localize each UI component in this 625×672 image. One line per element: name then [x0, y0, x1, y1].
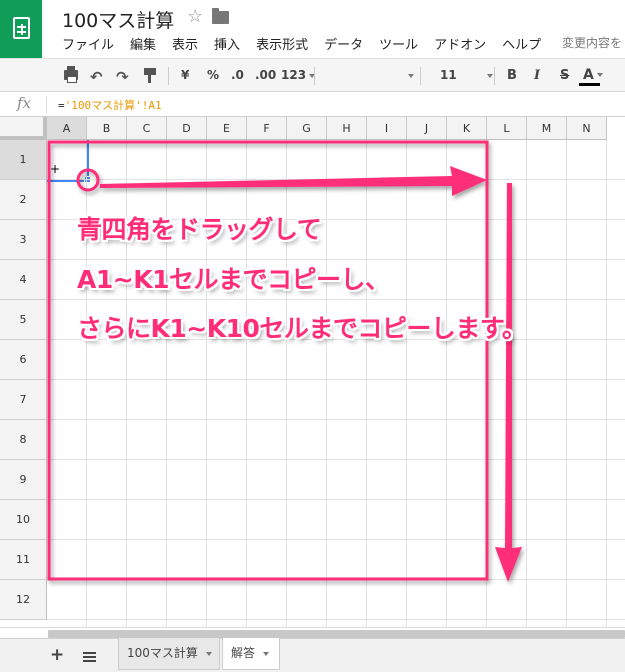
column-header[interactable]: K	[447, 117, 487, 140]
bold-button[interactable]: B	[507, 59, 517, 92]
row-header[interactable]: 10	[0, 500, 47, 540]
column-header[interactable]: J	[407, 117, 447, 140]
sheet-tab-100masu[interactable]: 100マス計算	[118, 638, 220, 670]
annotation-line-1: 青四角をドラッグして	[77, 215, 322, 244]
font-size-value: 11	[440, 68, 457, 82]
spreadsheet-grid[interactable]: + A B C D E F G H I J K L M N 1 2 3 4 5 6 7 8 9 10 11 12	[0, 117, 625, 627]
scrollbar-thumb[interactable]	[48, 630, 625, 638]
font-size-dropdown[interactable]: 11	[440, 59, 493, 92]
column-header[interactable]: E	[207, 117, 247, 140]
menu-tools[interactable]: ツール	[379, 34, 418, 54]
number-format-dropdown[interactable]: 123	[281, 59, 316, 92]
sheet-tab-label: 100マス計算	[127, 646, 198, 660]
row-header[interactable]: 4	[0, 260, 47, 300]
formula-input[interactable]: ='100マス計算'!A1	[58, 97, 162, 113]
row-header[interactable]: 2	[0, 180, 47, 220]
annotation-line-3: さらにK1~K10セルまでコピーします。	[77, 314, 527, 343]
select-all-corner[interactable]	[0, 117, 47, 140]
active-cell-border	[47, 180, 88, 182]
row-header[interactable]: 8	[0, 420, 47, 460]
sheets-logo-icon[interactable]	[0, 0, 42, 58]
row-header[interactable]: 6	[0, 340, 47, 380]
sheet-tab-answer[interactable]: 解答	[222, 638, 280, 670]
chevron-down-icon	[596, 73, 603, 77]
annotation-line-2: A1~K1セルまでコピーし、	[77, 265, 390, 294]
menu-format[interactable]: 表示形式	[256, 34, 308, 54]
column-header[interactable]: H	[327, 117, 367, 140]
save-status: 変更内容を	[562, 36, 623, 50]
menu-view[interactable]: 表示	[172, 34, 198, 54]
document-title[interactable]: 100マス計算	[62, 6, 174, 33]
crosshair-cursor-icon: +	[50, 162, 61, 176]
increase-decimal-button[interactable]: .00	[255, 59, 276, 92]
sheet-tabs-bar: + 100マス計算 解答	[0, 638, 625, 672]
menu-data[interactable]: データ	[324, 34, 363, 54]
column-header[interactable]: C	[127, 117, 167, 140]
decrease-decimal-button[interactable]: .0	[231, 59, 244, 92]
chevron-down-icon	[408, 73, 414, 78]
row-header[interactable]: 5	[0, 300, 47, 340]
row-header[interactable]: 11	[0, 540, 47, 580]
row-header[interactable]: 9	[0, 460, 47, 500]
horizontal-scrollbar[interactable]	[0, 627, 625, 638]
active-cell-border	[87, 140, 89, 180]
column-header[interactable]: M	[527, 117, 567, 140]
redo-icon[interactable]: ↷	[116, 68, 129, 86]
chevron-down-icon[interactable]	[205, 651, 212, 656]
row-header[interactable]: 1	[0, 140, 47, 180]
menu-edit[interactable]: 編集	[130, 34, 156, 54]
number-format-label: 123	[281, 68, 307, 82]
undo-icon[interactable]: ↶	[90, 68, 103, 86]
column-header[interactable]: L	[487, 117, 527, 140]
text-color-swatch	[579, 83, 600, 86]
toolbar: ↶ ↷ ¥ % .0 .00 123 11 B I S A	[0, 58, 625, 92]
chevron-down-icon	[486, 73, 493, 78]
fx-icon: fx	[17, 94, 32, 112]
column-header[interactable]: A	[47, 117, 87, 140]
column-header[interactable]: F	[247, 117, 287, 140]
row-header[interactable]: 7	[0, 380, 47, 420]
text-color-button[interactable]: A	[583, 59, 603, 92]
formula-prefix: =	[58, 99, 65, 112]
paint-format-icon[interactable]	[144, 68, 156, 83]
text-color-label: A	[583, 67, 594, 83]
column-header[interactable]: I	[367, 117, 407, 140]
folder-icon[interactable]	[212, 8, 229, 24]
menu-addons[interactable]: アドオン	[434, 34, 486, 54]
menu-bar: ファイル 編集 表示 挿入 表示形式 データ ツール アドオン ヘルプ	[62, 34, 557, 54]
row-header[interactable]: 12	[0, 580, 47, 620]
menu-help[interactable]: ヘルプ	[502, 34, 541, 54]
menu-file[interactable]: ファイル	[62, 34, 114, 54]
sheet-tab-label: 解答	[231, 646, 256, 660]
row-header[interactable]: 3	[0, 220, 47, 260]
percent-button[interactable]: %	[207, 59, 219, 92]
column-header[interactable]: G	[287, 117, 327, 140]
menu-insert[interactable]: 挿入	[214, 34, 240, 54]
strikethrough-button[interactable]: S	[560, 59, 569, 92]
font-family-dropdown[interactable]	[318, 59, 414, 92]
currency-button[interactable]: ¥	[181, 59, 189, 92]
italic-button[interactable]: I	[534, 59, 540, 92]
star-icon[interactable]: ☆	[187, 6, 203, 27]
column-header[interactable]: B	[87, 117, 127, 140]
column-header[interactable]: D	[167, 117, 207, 140]
print-icon[interactable]	[64, 66, 78, 83]
formula-bar: fx ='100マス計算'!A1	[0, 92, 625, 117]
sheet-list-icon[interactable]	[83, 652, 96, 654]
chevron-down-icon[interactable]	[263, 651, 270, 656]
add-sheet-icon[interactable]: +	[50, 645, 64, 665]
formula-reference: '100マス計算'!A1	[64, 99, 162, 112]
column-header[interactable]: N	[567, 117, 607, 140]
